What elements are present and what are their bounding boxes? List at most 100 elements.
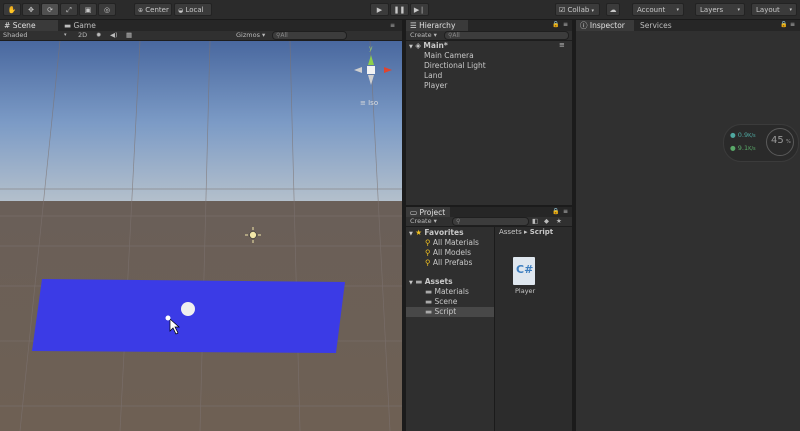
pause-button[interactable]: ❚❚ [390,3,409,16]
account-dropdown[interactable]: Account ▾ [632,3,684,16]
tab-hierarchy[interactable]: ☰ Hierarchy [406,20,468,31]
scale-icon: ⤢ [66,6,72,14]
scale-tool-button[interactable]: ⤢ [60,3,78,16]
tab-inspector[interactable]: ⓘ Inspector [576,20,634,31]
hand-icon: ✋ [7,6,17,14]
star-icon[interactable]: ★ [556,217,562,226]
lock-icon[interactable]: 🔒 [552,208,559,215]
folder-icon: ▬ [425,297,433,306]
list-item[interactable]: Main Camera [424,51,474,61]
hierarchy-search-input[interactable]: ⚲All [444,31,569,40]
axis-gizmo-icon [354,55,392,85]
scene-canvas [0,41,402,431]
rotate-tool-button[interactable]: ⟳ [41,3,59,16]
inspector-tabbar: ⓘ Inspector Services 🔒 ≡ [576,20,800,31]
cloud-icon: ☁ [609,6,617,14]
menu-icon[interactable]: ≡ [790,21,795,28]
gizmos-dropdown[interactable]: Gizmos ▾ [236,31,265,40]
transform-tool-button[interactable]: ◎ [98,3,116,16]
play-icon: ▶ [376,6,383,14]
cloud-button[interactable]: ☁ [606,3,620,16]
inspector-panel: ● 0.9K/s ● 9.1K/s 45 % [576,31,800,431]
globe-icon: ◒ [178,7,184,14]
game-icon: ▬ [64,21,72,30]
step-button[interactable]: ▶❘ [410,3,429,16]
favorite-item[interactable]: ⚲ All Prefabs [425,258,472,268]
menu-icon: ≡ [360,99,366,107]
csharp-file-icon[interactable]: C# [513,257,535,285]
shading-dropdown[interactable]: Shaded [3,31,27,40]
main-toolbar: ✋ ✥ ⟳ ⤢ ▣ ◎ ⊕ Center ◒ Local ▶ ❚❚ ▶❘ ☑ C… [0,0,800,20]
search-icon: ⚲ [425,248,431,257]
step-icon: ▶❘ [413,6,426,14]
triangle-down-icon: ▼ [409,44,413,50]
breadcrumb: Assets ▸ Script [499,228,554,236]
create-dropdown[interactable]: Create ▾ [410,217,437,226]
lighting-toggle[interactable]: ✹ [96,31,101,40]
toggle-2d[interactable]: 2D [78,31,87,40]
filter-type-icon[interactable]: ◧ [532,217,538,226]
effects-toggle[interactable]: ▦ [126,31,132,40]
triangle-down-icon: ▼ [409,280,413,286]
tab-game[interactable]: ▬ Game [60,20,104,31]
checkbox-icon: ☑ [559,6,566,14]
filter-label-icon[interactable]: ◆ [544,217,549,226]
player-sphere[interactable] [181,302,195,316]
triangle-down-icon: ▼ [409,231,413,237]
arrow-down-icon: ● [730,144,736,152]
favorite-item[interactable]: ⚲ All Models [425,248,471,258]
project-assets-view: Assets ▸ Script C# Player [495,227,572,431]
play-button[interactable]: ▶ [370,3,389,16]
favorite-item[interactable]: ⚲ All Materials [425,238,479,248]
menu-icon[interactable]: ≡ [563,21,568,28]
tab-scene[interactable]: # Scene [0,20,58,31]
tab-services[interactable]: Services [636,20,680,31]
list-icon: ☰ [410,21,417,30]
tab-menu-button[interactable]: ≡ [386,20,400,31]
grid-icon: # [4,21,11,30]
create-dropdown[interactable]: Create ▾ [410,31,437,40]
collab-dropdown[interactable]: ☑ Collab ▾ [555,3,600,16]
move-tool-button[interactable]: ✥ [22,3,40,16]
project-subtoolbar: Create ▾ ⚲ ◧ ◆ ★ [406,217,572,227]
orientation-gizmo[interactable]: y ≡ Iso [354,45,394,115]
pivot-toggle[interactable]: ⊕ Center [134,3,172,16]
rect-tool-button[interactable]: ▣ [79,3,97,16]
scene-search-input[interactable]: ⚲All [272,31,347,40]
list-item[interactable]: Land [424,71,442,81]
folder-item-selected[interactable]: ▬ Script [425,307,456,317]
folder-item[interactable]: ▬ Scene [425,297,457,307]
audio-toggle[interactable]: ◀) [110,31,118,40]
list-item[interactable]: Directional Light [424,61,486,71]
pause-icon: ❚❚ [393,6,406,14]
project-search-input[interactable]: ⚲ [452,217,529,226]
scene-viewport[interactable]: y ≡ Iso [0,41,402,431]
hand-tool-button[interactable]: ✋ [3,3,21,16]
hierarchy-subtoolbar: Create ▾ ⚲All [406,31,572,41]
pivot-icon: ⊕ [138,7,144,14]
menu-icon[interactable]: ≡ [563,208,568,215]
move-icon: ✥ [28,6,34,14]
percent-gauge: 45 % [766,128,794,156]
chevron-down-icon: ▾ [789,7,792,13]
search-icon: ⚲ [456,218,461,225]
lock-icon[interactable]: 🔒 [552,21,559,28]
folder-item[interactable]: ▬ Materials [425,287,469,297]
sky [0,41,402,206]
projection-label[interactable]: ≡ Iso [360,99,378,107]
scene-menu-icon[interactable]: ≡ [559,41,565,49]
land-plane[interactable] [32,279,345,353]
layers-dropdown[interactable]: Layers ▾ [695,3,745,16]
info-icon: ⓘ [580,21,588,30]
menu-icon: ≡ [390,22,396,29]
asset-file-label[interactable]: Player [515,287,535,295]
space-toggle[interactable]: ◒ Local [174,3,212,16]
list-item[interactable]: Player [424,81,447,91]
layout-dropdown[interactable]: Layout ▾ [751,3,797,16]
rotate-icon: ⟳ [47,6,53,14]
hierarchy-panel: ▼ ◈ Main* ≡ Main Camera Directional Ligh… [406,41,572,205]
folder-icon: ▬ [425,287,433,296]
search-icon: ⚲ [425,258,431,267]
lock-icon[interactable]: 🔒 [780,21,787,28]
speaker-icon: ◀) [110,31,118,39]
